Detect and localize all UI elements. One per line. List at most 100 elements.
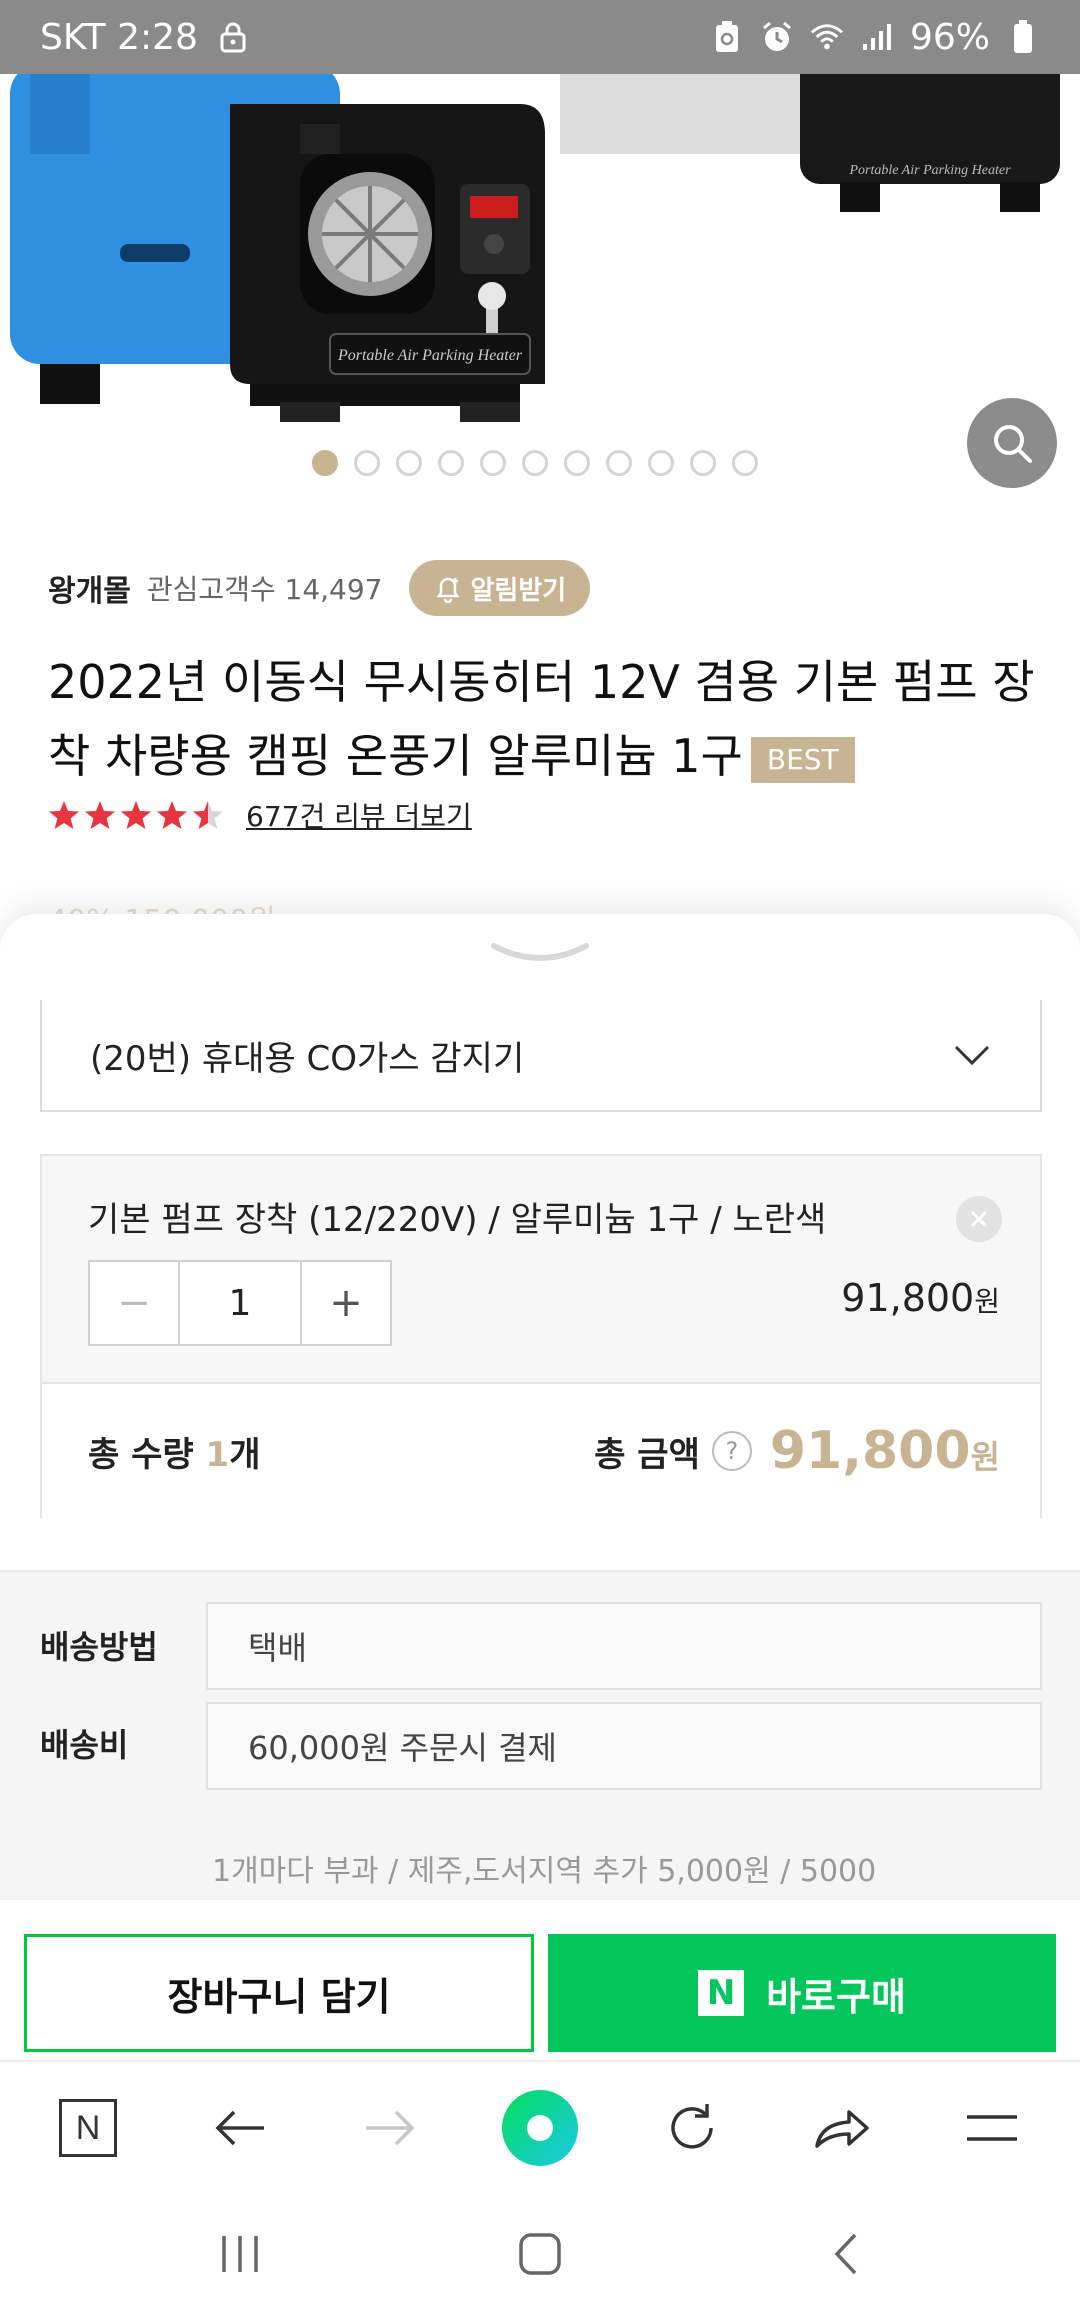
- buy-now-label: 바로구매: [766, 1974, 906, 2019]
- green-dot-button[interactable]: [500, 2088, 580, 2168]
- product-title: 2022년 이동식 무시동히터 12V 겸용 기본 펌프 장착 차량용 캠핑 온…: [48, 645, 1038, 793]
- selected-item-name: 기본 펌프 장착 (12/220V) / 알루미늄 1구 / 노란색: [88, 1200, 827, 1240]
- forward-button[interactable]: [350, 2088, 430, 2168]
- arrow-left-icon: [215, 2110, 264, 2146]
- zoom-button[interactable]: [967, 398, 1057, 488]
- close-icon: [970, 1210, 988, 1228]
- bell-plus-icon: [436, 577, 459, 603]
- total-amount: 91,800원: [770, 1421, 1000, 1481]
- gallery-dot[interactable]: [312, 450, 338, 476]
- total-quantity: 총 수량 1개: [88, 1427, 260, 1476]
- star-icon: [49, 801, 79, 829]
- remove-item-button[interactable]: [956, 1196, 1002, 1242]
- star-icon: [121, 801, 151, 829]
- battery-percent: 96%: [909, 16, 990, 58]
- option-select[interactable]: (20번) 휴대용 CO가스 감지기: [40, 1000, 1042, 1112]
- product-title-text: 2022년 이동식 무시동히터 12V 겸용 기본 펌프 장착 차량용 캠핑 온…: [48, 655, 1035, 783]
- refresh-button[interactable]: [652, 2088, 732, 2168]
- shipping-method-value: 택배: [248, 1629, 307, 1667]
- status-bar: SKT 2:28 96%: [0, 0, 1080, 74]
- naver-home-icon: N: [59, 2099, 117, 2157]
- arrow-right-icon: [366, 2110, 415, 2146]
- green-dot-icon: [502, 2090, 578, 2166]
- add-to-cart-button[interactable]: 장바구니 담기: [24, 1934, 534, 2052]
- browser-toolbar: N: [0, 2060, 1080, 2190]
- heater-secondary-image: Portable Air Parking Heater: [560, 74, 1060, 212]
- share-button[interactable]: [802, 2088, 882, 2168]
- total-amount-value: 91,800: [769, 1421, 971, 1481]
- store-name[interactable]: 왕개몰: [48, 566, 131, 610]
- total-quantity-prefix: 총 수량: [88, 1434, 206, 1475]
- total-amount-label-group: 총 금액 ?: [594, 1427, 752, 1476]
- gallery-dot-video[interactable]: [732, 450, 758, 476]
- total-amount-label: 총 금액: [594, 1434, 700, 1475]
- home-nav-button[interactable]: [500, 2216, 580, 2292]
- purchase-action-bar: 장바구니 담기 N 바로구매: [0, 1914, 1080, 2058]
- subscribe-alert-label: 알림받기: [470, 575, 567, 606]
- gallery-dot[interactable]: [396, 450, 422, 476]
- svg-text:Portable Air Parking Heater: Portable Air Parking Heater: [337, 347, 523, 364]
- chevron-down-icon: [954, 1045, 990, 1066]
- search-icon: [994, 425, 1032, 463]
- selected-item-box: 기본 펌프 장착 (12/220V) / 알루미늄 1구 / 노란색 − 1 +…: [40, 1154, 1042, 1518]
- naver-logo-icon: N: [698, 1970, 745, 2016]
- shipping-fee-value: 60,000원 주문시 결제: [248, 1729, 557, 1767]
- rating-row: 677건 리뷰 더보기: [48, 795, 472, 835]
- battery-icon: [1006, 20, 1040, 54]
- star-rating: [48, 799, 224, 831]
- gallery-dot[interactable]: [354, 450, 380, 476]
- menu-button[interactable]: [952, 2088, 1032, 2168]
- refresh-icon: [671, 2104, 713, 2149]
- gallery-dot[interactable]: [438, 450, 464, 476]
- gallery-dot[interactable]: [522, 450, 548, 476]
- decrease-quantity-button[interactable]: −: [90, 1262, 178, 1344]
- shipping-method-field: 택배: [206, 1602, 1042, 1690]
- recent-apps-icon: [222, 2236, 258, 2272]
- sheet-collapse-handle[interactable]: [490, 940, 590, 970]
- review-link[interactable]: 677건 리뷰 더보기: [246, 795, 472, 835]
- star-icon: [85, 801, 115, 829]
- quantity-stepper: − 1 +: [88, 1260, 392, 1346]
- quantity-value[interactable]: 1: [178, 1262, 302, 1344]
- store-fans-count: 관심고객수 14,497: [146, 573, 383, 606]
- increase-quantity-button[interactable]: +: [302, 1262, 390, 1344]
- option-select-value: (20번) 휴대용 CO가스 감지기: [90, 1038, 525, 1079]
- signal-icon: [860, 20, 894, 54]
- shipping-info: 배송방법 택배 배송비 60,000원 주문시 결제 1개마다 부과 / 제주,…: [0, 1570, 1080, 1900]
- gallery-dot[interactable]: [690, 450, 716, 476]
- total-amount-unit: 원: [970, 1438, 1000, 1476]
- back-button[interactable]: [200, 2088, 280, 2168]
- star-icon: [193, 801, 223, 829]
- gallery-pagination: [312, 450, 758, 476]
- star-icon: [157, 801, 187, 829]
- chevron-left-icon: [834, 2233, 857, 2275]
- svg-text:Portable Air Parking Heater: Portable Air Parking Heater: [848, 163, 1011, 178]
- shipping-fee-label: 배송비: [40, 1726, 129, 1764]
- back-nav-button[interactable]: [806, 2216, 886, 2292]
- buy-now-button[interactable]: N 바로구매: [548, 1934, 1056, 2052]
- order-total-row: 총 수량 1개 총 금액 ? 91,800원: [42, 1382, 1040, 1518]
- recent-apps-button[interactable]: [200, 2216, 280, 2292]
- best-badge: BEST: [750, 736, 855, 783]
- product-image-gallery[interactable]: Portable Air Parking Heater Portable Air…: [0, 74, 1080, 504]
- purchase-bottom-sheet: (20번) 휴대용 CO가스 감지기 기본 펌프 장착 (12/220V) / …: [0, 914, 1080, 2058]
- shipping-fee-field: 60,000원 주문시 결제: [206, 1702, 1042, 1790]
- heater-product-image: Portable Air Parking Heater: [10, 74, 545, 422]
- item-price: 91,800원: [841, 1276, 1000, 1320]
- total-quantity-number: 1: [205, 1434, 230, 1475]
- item-price-unit: 원: [974, 1285, 1000, 1318]
- gallery-dot[interactable]: [564, 450, 590, 476]
- status-carrier-time: SKT 2:28: [40, 16, 198, 58]
- gallery-dot[interactable]: [606, 450, 632, 476]
- gallery-dot[interactable]: [648, 450, 674, 476]
- help-icon[interactable]: ?: [711, 1431, 752, 1471]
- home-button[interactable]: N: [48, 2088, 128, 2168]
- subscribe-alert-button[interactable]: 알림받기: [408, 560, 591, 616]
- system-navigation-bar: [0, 2190, 1080, 2316]
- shipping-method-label: 배송방법: [40, 1628, 158, 1666]
- alarm-icon: [760, 20, 794, 54]
- recycle-battery-icon: [710, 20, 744, 54]
- gallery-dot[interactable]: [480, 450, 506, 476]
- share-icon: [815, 2110, 869, 2148]
- total-quantity-suffix: 개: [229, 1434, 261, 1475]
